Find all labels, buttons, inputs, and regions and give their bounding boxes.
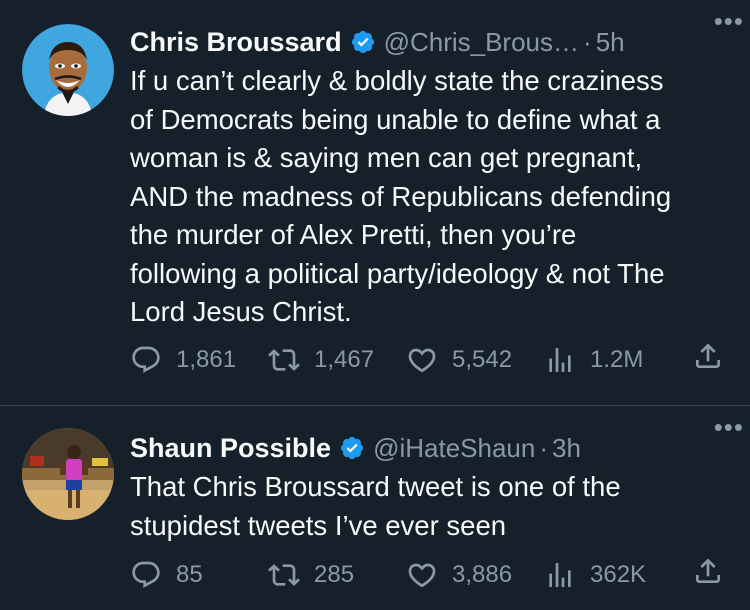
- separator-dot: ·: [539, 432, 549, 463]
- more-icon[interactable]: •••: [714, 6, 744, 37]
- retweet-button[interactable]: 285: [268, 555, 354, 595]
- verified-badge-icon: [351, 30, 374, 54]
- tweet[interactable]: Chris Broussard @Chris_Brous… · 5h If u …: [0, 0, 750, 405]
- views-icon: [549, 563, 571, 587]
- tweet-text: That Chris Broussard tweet is one of the…: [130, 468, 730, 545]
- retweet-icon: [268, 349, 300, 371]
- views-button[interactable]: 362K: [544, 555, 646, 595]
- verified-badge-icon: [340, 436, 364, 460]
- like-count: 5,542: [452, 346, 513, 373]
- retweet-count: 285: [314, 561, 355, 588]
- share-button[interactable]: [692, 555, 724, 592]
- tweet-text-line: AND the madness of Republicans defending: [130, 180, 672, 212]
- tweet-header: Shaun Possible @iHateShaun · 3h: [130, 428, 730, 468]
- retweet-icon: [268, 564, 300, 586]
- tweet-content: Shaun Possible @iHateShaun · 3h That Chr…: [130, 428, 730, 545]
- share-icon: [696, 558, 720, 583]
- tweet-text-line: woman is & saying men can get pregnant,: [130, 142, 643, 173]
- views-count: 1.2M: [590, 346, 644, 373]
- author-name[interactable]: Shaun Possible: [130, 433, 331, 464]
- retweet-button[interactable]: 1,467: [268, 340, 374, 380]
- tweet-text-line: following a political party/ideology & n…: [130, 257, 665, 289]
- like-icon: [408, 348, 436, 373]
- tweet-header: Chris Broussard @Chris_Brous… · 5h: [130, 22, 730, 62]
- timestamp[interactable]: 5h: [596, 27, 625, 58]
- views-icon: [549, 348, 571, 372]
- author-name[interactable]: Chris Broussard: [130, 27, 342, 58]
- reply-icon: [132, 561, 160, 588]
- tweet-text-line: If u can’t clearly & boldly state the cr…: [130, 65, 664, 96]
- reply-icon: [132, 346, 160, 373]
- like-button[interactable]: 3,886: [406, 555, 512, 595]
- tweet-text-line: Lord Jesus Christ.: [130, 296, 352, 327]
- reply-count: 85: [176, 561, 203, 588]
- like-icon: [408, 563, 436, 588]
- reply-button[interactable]: 1,861: [130, 340, 236, 380]
- avatar[interactable]: [22, 24, 114, 116]
- tweet[interactable]: Shaun Possible @iHateShaun · 3h That Chr…: [0, 406, 750, 610]
- views-button[interactable]: 1.2M: [544, 340, 643, 380]
- tweet-text-line: of Democrats being unable to define what…: [130, 103, 661, 135]
- tweet-content: Chris Broussard @Chris_Brous… · 5h If u …: [130, 22, 730, 332]
- author-handle[interactable]: @iHateShaun: [373, 433, 535, 464]
- separator-dot: ·: [583, 26, 592, 57]
- tweet-actions: 85 285 3,886 362K: [130, 555, 724, 595]
- tweet-text-line: the murder of Alex Pretti, then you’re: [130, 219, 577, 250]
- retweet-count: 1,467: [314, 346, 375, 373]
- author-handle[interactable]: @Chris_Brous…: [384, 27, 579, 58]
- timestamp[interactable]: 3h: [552, 433, 581, 464]
- tweet-text-line: stupidest tweets I’ve ever seen: [130, 509, 507, 541]
- reply-button[interactable]: 85: [130, 555, 203, 595]
- tweet-text-line: That Chris Broussard tweet is one of the: [130, 471, 621, 502]
- share-button[interactable]: [692, 340, 724, 377]
- like-count: 3,886: [452, 561, 513, 588]
- reply-count: 1,861: [176, 346, 237, 373]
- views-count: 362K: [590, 561, 647, 588]
- share-icon: [696, 343, 720, 368]
- like-button[interactable]: 5,542: [406, 340, 512, 380]
- more-icon[interactable]: •••: [714, 412, 744, 443]
- avatar[interactable]: [22, 428, 114, 520]
- tweet-actions: 1,861 1,467 5,542 1.2M: [130, 340, 724, 380]
- tweet-text: If u can’t clearly & boldly state the cr…: [130, 62, 730, 332]
